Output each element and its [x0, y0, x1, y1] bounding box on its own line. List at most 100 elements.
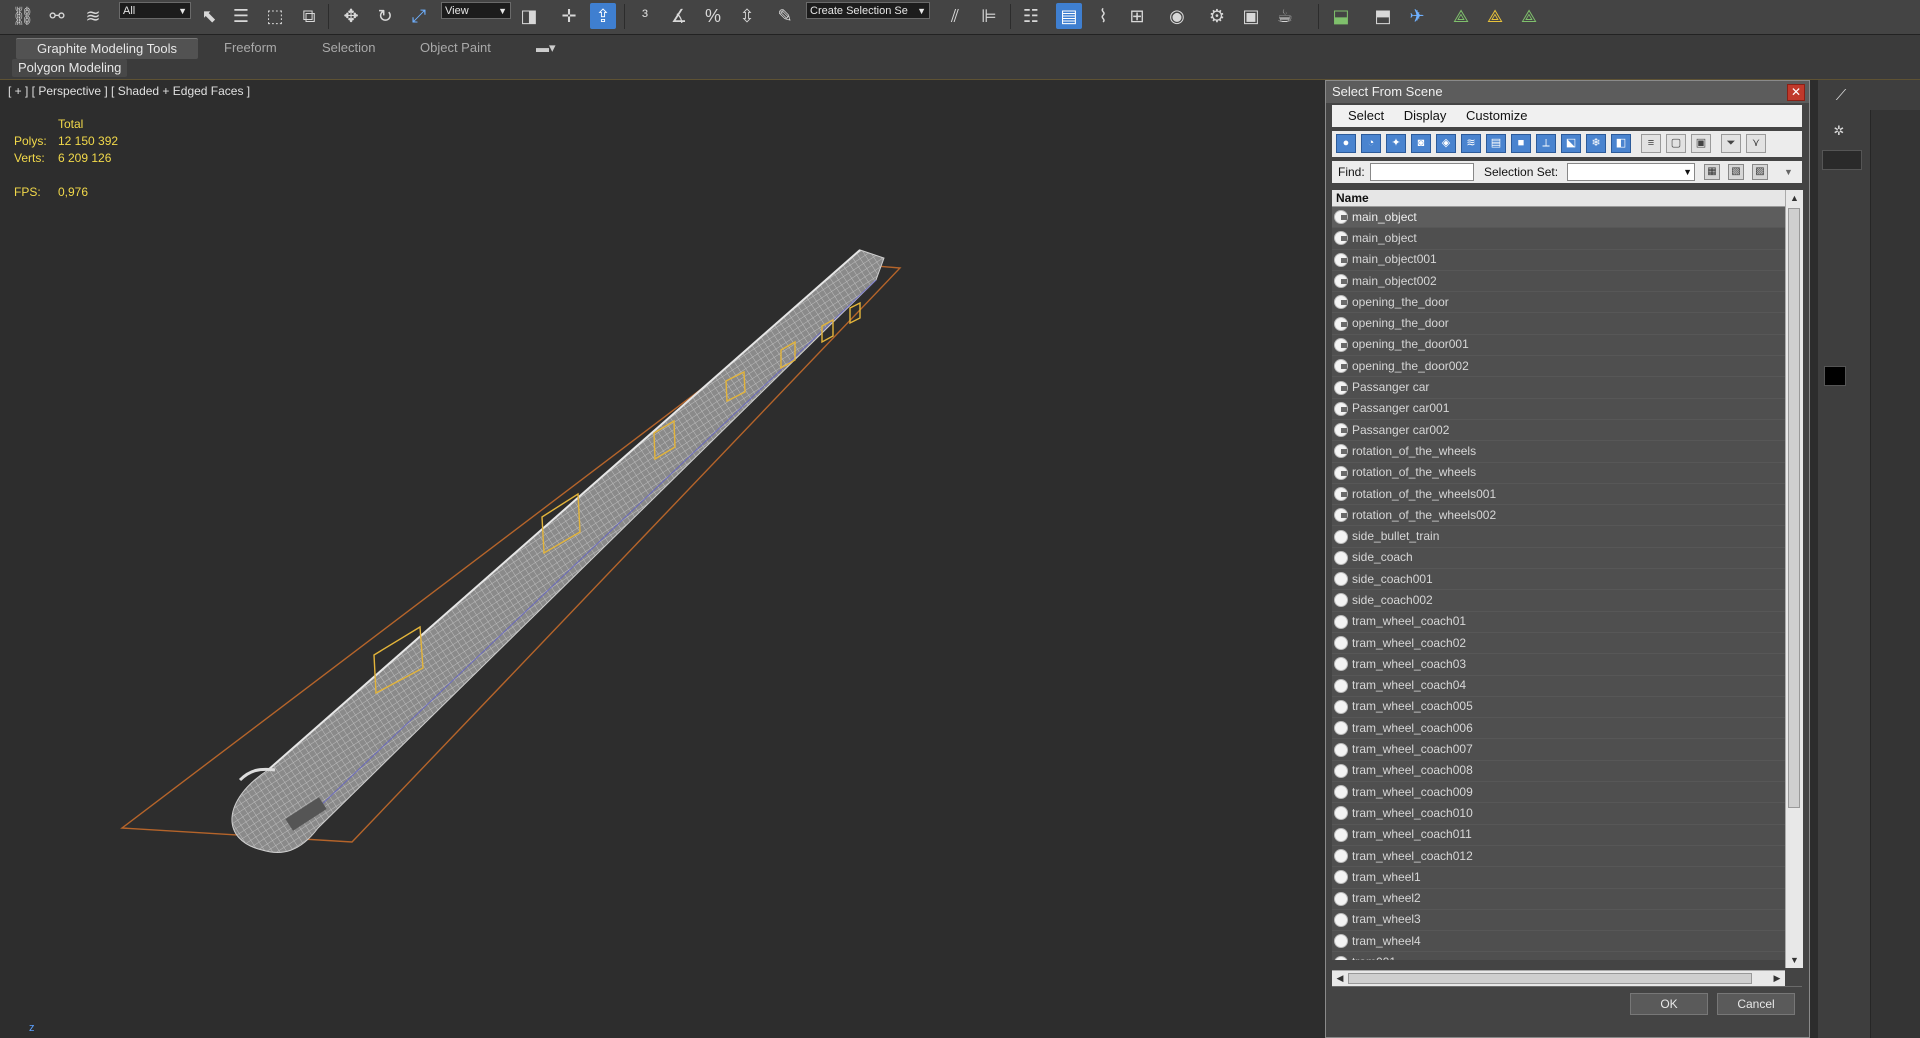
display-cameras-icon[interactable]: ◙: [1411, 134, 1431, 153]
selection-filter-dropdown[interactable]: All ▼: [119, 2, 191, 19]
tab-selection[interactable]: Selection: [322, 38, 375, 58]
display-geometry-icon[interactable]: ●: [1336, 134, 1356, 153]
ribbon-options-icon[interactable]: ▬▾: [536, 38, 556, 58]
list-item[interactable]: opening_the_door002: [1332, 356, 1785, 378]
select-by-name-icon[interactable]: ☰: [228, 3, 254, 29]
reference-coordinate-dropdown[interactable]: View ▼: [441, 2, 511, 19]
expand-chevron-icon[interactable]: ▼: [1784, 161, 1793, 183]
tab-object-paint[interactable]: Object Paint: [420, 38, 491, 58]
ok-button[interactable]: OK: [1630, 993, 1708, 1015]
display-shapes-icon[interactable]: ◔: [1361, 134, 1381, 153]
select-invert-icon[interactable]: ▣: [1691, 134, 1711, 153]
list-item[interactable]: main_object: [1332, 207, 1785, 229]
material-editor-icon[interactable]: ◉: [1164, 3, 1190, 29]
rotate-icon[interactable]: ↻: [372, 3, 398, 29]
list-item[interactable]: tram_wheel_coach006: [1332, 718, 1785, 740]
horizontal-scroll-thumb[interactable]: [1348, 973, 1752, 984]
list-item[interactable]: tram_wheel3: [1332, 910, 1785, 932]
list-vertical-scrollbar[interactable]: ▲ ▼: [1785, 190, 1803, 968]
menu-select[interactable]: Select: [1348, 105, 1384, 127]
column-header-name[interactable]: Name: [1332, 190, 1785, 207]
display-groups-icon[interactable]: ▤: [1486, 134, 1506, 153]
layer-manager-icon[interactable]: ☷: [1018, 3, 1044, 29]
select-object-icon[interactable]: ⬉: [196, 3, 222, 29]
display-frozen-icon[interactable]: ❄: [1586, 134, 1606, 153]
menu-display[interactable]: Display: [1404, 105, 1447, 127]
schematic-view-icon[interactable]: ⊞: [1124, 3, 1150, 29]
list-item[interactable]: side_coach001: [1332, 569, 1785, 591]
mirror-icon[interactable]: ⫽: [942, 3, 968, 29]
list-item[interactable]: tram_wheel_coach02: [1332, 633, 1785, 655]
edit-selection-set-icon[interactable]: ▧: [1728, 164, 1744, 180]
keyboard-shortcut-override-icon[interactable]: ⇪: [590, 3, 616, 29]
list-item[interactable]: opening_the_door: [1332, 292, 1785, 314]
display-lights-icon[interactable]: ✦: [1386, 134, 1406, 153]
scroll-right-icon[interactable]: ▶: [1769, 971, 1785, 986]
list-item[interactable]: tram_wheel_coach010: [1332, 803, 1785, 825]
list-item[interactable]: tram_wheel_coach01: [1332, 612, 1785, 633]
plugin-tool-2-icon[interactable]: ⬒: [1370, 3, 1396, 29]
list-item[interactable]: opening_the_door001: [1332, 335, 1785, 357]
create-selection-set-icon[interactable]: ▦: [1704, 164, 1720, 180]
close-icon[interactable]: ✕: [1787, 84, 1805, 101]
list-item[interactable]: main_object002: [1332, 271, 1785, 293]
plugin-tool-5-icon[interactable]: ⟁: [1482, 3, 1508, 29]
list-item[interactable]: tram_wheel_coach012: [1332, 846, 1785, 868]
list-item[interactable]: tram_wheel_coach011: [1332, 825, 1785, 846]
delete-selection-set-icon[interactable]: ▨: [1752, 164, 1768, 180]
list-item[interactable]: tram_wheel_coach009: [1332, 782, 1785, 804]
scroll-left-icon[interactable]: ◀: [1332, 971, 1348, 986]
display-helpers-icon[interactable]: ◈: [1436, 134, 1456, 153]
list-item[interactable]: Passanger car002: [1332, 420, 1785, 442]
settings-icon[interactable]: ✲: [1826, 118, 1852, 144]
pivot-center-icon[interactable]: ◨: [516, 3, 542, 29]
list-item[interactable]: rotation_of_the_wheels: [1332, 463, 1785, 484]
display-spacewarps-icon[interactable]: ≋: [1461, 134, 1481, 153]
list-item[interactable]: tram_wheel1: [1332, 867, 1785, 889]
percent-snap-icon[interactable]: %: [700, 3, 726, 29]
selection-set-dropdown[interactable]: ▼: [1567, 163, 1695, 181]
render-setup-icon[interactable]: ⚙: [1204, 3, 1230, 29]
list-item[interactable]: tram001: [1332, 952, 1785, 960]
display-bones-icon[interactable]: ⟂: [1536, 134, 1556, 153]
tab-graphite-modeling-tools[interactable]: Graphite Modeling Tools: [16, 38, 198, 59]
list-item[interactable]: Passanger car: [1332, 377, 1785, 399]
subtab-polygon-modeling[interactable]: Polygon Modeling: [12, 59, 128, 77]
unlink-icon[interactable]: ⚯: [44, 3, 70, 29]
render-teapot-icon[interactable]: ☕: [1272, 3, 1298, 29]
menu-customize[interactable]: Customize: [1466, 105, 1527, 127]
list-item[interactable]: tram_wheel2: [1332, 889, 1785, 910]
bind-spacewarp-icon[interactable]: ≋: [80, 3, 106, 29]
select-all-icon[interactable]: ≡: [1641, 134, 1661, 153]
align-icon[interactable]: ⊫: [976, 3, 1002, 29]
list-item[interactable]: side_coach002: [1332, 590, 1785, 612]
snaps-toggle-icon[interactable]: ³: [632, 3, 658, 29]
window-crossing-icon[interactable]: ⧉: [296, 3, 322, 29]
scale-icon[interactable]: ⤢: [406, 3, 432, 29]
list-item[interactable]: tram_wheel_coach008: [1332, 761, 1785, 783]
list-item[interactable]: main_object: [1332, 228, 1785, 250]
list-item[interactable]: opening_the_door: [1332, 313, 1785, 335]
link-icon[interactable]: ⛓: [10, 3, 36, 29]
select-none-icon[interactable]: ▢: [1666, 134, 1686, 153]
select-manipulate-icon[interactable]: ✛: [556, 3, 582, 29]
list-item[interactable]: tram_wheel_coach03: [1332, 654, 1785, 676]
curve-editor-icon[interactable]: ⌇: [1090, 3, 1116, 29]
list-item[interactable]: side_coach: [1332, 548, 1785, 570]
list-item[interactable]: tram_wheel_coach04: [1332, 676, 1785, 697]
display-xrefs-icon[interactable]: ■: [1511, 134, 1531, 153]
scroll-up-icon[interactable]: ▲: [1786, 190, 1803, 206]
list-item[interactable]: tram_wheel_coach005: [1332, 697, 1785, 719]
list-horizontal-scrollbar[interactable]: ◀ ▶: [1332, 970, 1785, 987]
panel-dropdown[interactable]: [1822, 150, 1862, 170]
scene-object-list[interactable]: Name main_object main_object main_object00…: [1332, 190, 1785, 960]
tab-freeform[interactable]: Freeform: [224, 38, 277, 58]
move-icon[interactable]: ✥: [338, 3, 364, 29]
list-item[interactable]: tram_wheel4: [1332, 931, 1785, 953]
named-selection-sets-dropdown[interactable]: Create Selection Se ▼: [806, 2, 930, 19]
spinner-snap-icon[interactable]: ⇳: [734, 3, 760, 29]
plugin-tool-4-icon[interactable]: ⟁: [1448, 3, 1474, 29]
display-containers-icon[interactable]: ⬕: [1561, 134, 1581, 153]
plugin-tool-3-icon[interactable]: ✈: [1404, 3, 1430, 29]
perspective-viewport[interactable]: [ + ] [ Perspective ] [ Shaded + Edged F…: [0, 80, 1325, 1038]
